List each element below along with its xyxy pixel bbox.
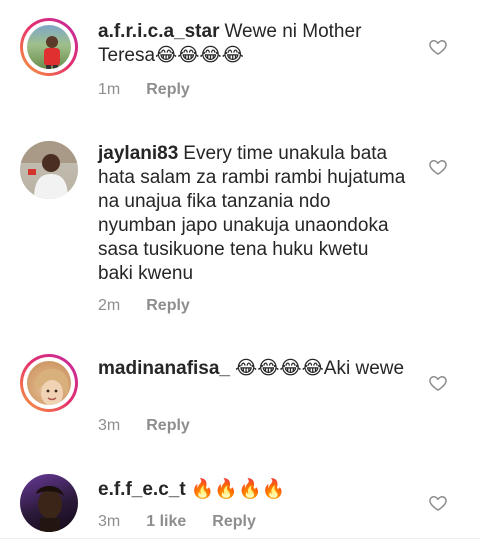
comment-meta: 1m Reply xyxy=(98,81,216,99)
reply-button[interactable]: Reply xyxy=(146,417,190,434)
avatar[interactable] xyxy=(20,141,78,199)
reply-button[interactable]: Reply xyxy=(146,81,190,98)
avatar-image xyxy=(27,25,71,69)
person-photo-icon xyxy=(44,36,60,69)
comment-body: jaylani83 Every time unakula bata hata sa… xyxy=(98,142,408,286)
comment-text-wrap: e.f.f_e.c_t 🔥🔥🔥🔥 xyxy=(98,478,408,502)
heart-outline-icon[interactable] xyxy=(428,493,448,513)
comment-meta: 3m 1 like Reply xyxy=(98,513,282,531)
avatar-image xyxy=(27,361,71,405)
comment-text-wrap: madinanafisa_ 😂😂😂😂Aki wewe xyxy=(98,357,408,381)
person-photo-icon xyxy=(36,486,64,532)
comment-text-wrap: a.f.r.i.c.a_star Wewe ni Mother Teresa😂😂😂… xyxy=(98,20,408,68)
avatar-image xyxy=(20,474,78,532)
comment-meta: 2m Reply xyxy=(98,297,216,315)
avatar[interactable] xyxy=(20,18,78,76)
reply-button[interactable]: Reply xyxy=(146,297,190,314)
comment-text-wrap: jaylani83 Every time unakula bata hata sa… xyxy=(98,142,408,286)
avatar[interactable] xyxy=(20,354,78,412)
comment-body: a.f.r.i.c.a_star Wewe ni Mother Teresa😂😂😂… xyxy=(98,20,408,68)
person-photo-icon xyxy=(20,141,78,199)
heart-outline-icon[interactable] xyxy=(428,157,448,177)
likes-count[interactable]: 1 like xyxy=(146,513,186,530)
person-photo-icon xyxy=(34,368,69,405)
divider xyxy=(0,538,480,539)
comment-username[interactable]: madinanafisa_ xyxy=(98,358,230,379)
comment-username[interactable]: a.f.r.i.c.a_star xyxy=(98,21,219,42)
comment-username[interactable]: e.f.f_e.c_t xyxy=(98,479,186,500)
comment-time: 2m xyxy=(98,297,121,314)
comment-text: 🔥🔥🔥🔥 xyxy=(190,479,286,500)
avatar[interactable] xyxy=(20,474,78,532)
comment-time: 3m xyxy=(98,513,121,530)
avatar-image xyxy=(20,141,78,199)
comment-username[interactable]: jaylani83 xyxy=(98,143,178,164)
comment-meta: 3m Reply xyxy=(98,417,216,435)
comment-text: 😂😂😂😂Aki wewe xyxy=(235,358,405,379)
reply-button[interactable]: Reply xyxy=(212,513,256,530)
comment-body: madinanafisa_ 😂😂😂😂Aki wewe xyxy=(98,357,408,381)
heart-outline-icon[interactable] xyxy=(428,37,448,57)
comment-body: e.f.f_e.c_t 🔥🔥🔥🔥 xyxy=(98,478,408,502)
heart-outline-icon[interactable] xyxy=(428,373,448,393)
comment-text: Every time unakula bata hata salam za ra… xyxy=(98,143,406,284)
comment-time: 1m xyxy=(98,81,121,98)
comment-time: 3m xyxy=(98,417,121,434)
